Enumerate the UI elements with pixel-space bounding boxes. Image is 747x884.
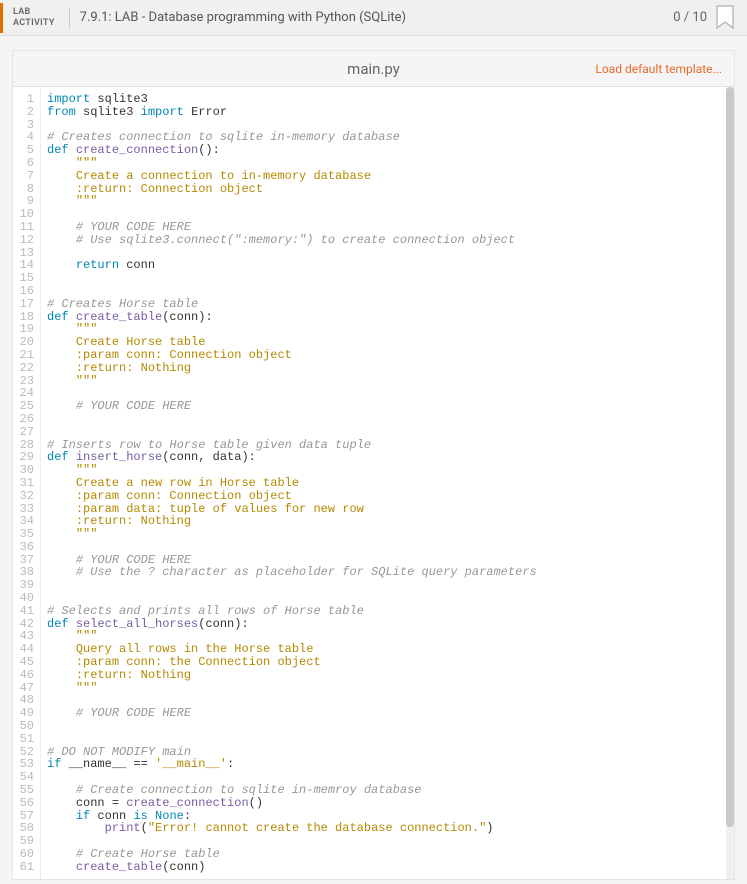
badge-line1: LAB — [13, 7, 55, 18]
line-number: 41 — [17, 605, 34, 618]
line-number: 60 — [17, 848, 34, 861]
line-number: 55 — [17, 784, 34, 797]
code-line[interactable]: :return: Nothing — [47, 362, 726, 375]
line-number: 25 — [17, 400, 34, 413]
code-line[interactable]: # YOUR CODE HERE — [47, 707, 726, 720]
editor-card: main.py Load default template... 1234567… — [12, 50, 735, 880]
code-line[interactable]: # Use the ? character as placeholder for… — [47, 566, 726, 579]
line-number: 2 — [17, 106, 34, 119]
editor-scrollbar[interactable] — [726, 87, 734, 879]
line-number: 31 — [17, 477, 34, 490]
code-line[interactable]: create_table(conn) — [47, 861, 726, 874]
line-number: 50 — [17, 720, 34, 733]
scrollbar-thumb[interactable] — [726, 87, 734, 827]
line-number: 40 — [17, 592, 34, 605]
line-number: 30 — [17, 464, 34, 477]
code-line[interactable]: # Use sqlite3.connect(":memory:") to cre… — [47, 234, 726, 247]
editor-tabbar: main.py Load default template... — [13, 51, 734, 87]
code-line[interactable]: def create_connection(): — [47, 144, 726, 157]
code-content[interactable]: import sqlite3from sqlite3 import Error … — [41, 87, 726, 879]
code-line[interactable] — [47, 579, 726, 592]
line-number: 1 — [17, 93, 34, 106]
score-display: 0 / 10 — [673, 10, 707, 25]
line-number: 21 — [17, 349, 34, 362]
line-number: 17 — [17, 298, 34, 311]
code-line[interactable]: """ — [47, 195, 726, 208]
code-line[interactable] — [47, 413, 726, 426]
code-line[interactable]: """ — [47, 528, 726, 541]
line-number: 12 — [17, 234, 34, 247]
code-line[interactable]: def create_table(conn): — [47, 311, 726, 324]
code-line[interactable]: def select_all_horses(conn): — [47, 618, 726, 631]
code-line[interactable]: def insert_horse(conn, data): — [47, 451, 726, 464]
line-number: 11 — [17, 221, 34, 234]
line-number: 35 — [17, 528, 34, 541]
line-number: 56 — [17, 797, 34, 810]
code-line[interactable] — [47, 720, 726, 733]
line-number: 61 — [17, 861, 34, 874]
code-line[interactable]: :return: Connection object — [47, 183, 726, 196]
code-line[interactable]: print("Error! cannot create the database… — [47, 822, 726, 835]
lab-activity-badge: LAB ACTIVITY — [0, 3, 65, 33]
load-default-template-link[interactable]: Load default template... — [595, 62, 722, 76]
line-number: 7 — [17, 170, 34, 183]
line-number: 27 — [17, 426, 34, 439]
line-number: 22 — [17, 362, 34, 375]
code-line[interactable] — [47, 272, 726, 285]
lab-header: LAB ACTIVITY 7.9.1: LAB - Database progr… — [0, 0, 747, 36]
code-editor[interactable]: 1234567891011121314151617181920212223242… — [13, 87, 734, 879]
badge-line2: ACTIVITY — [13, 18, 55, 29]
code-line[interactable]: """ — [47, 375, 726, 388]
line-number: 32 — [17, 490, 34, 503]
line-number: 16 — [17, 285, 34, 298]
code-line[interactable]: """ — [47, 682, 726, 695]
code-line[interactable]: :return: Nothing — [47, 669, 726, 682]
line-number: 6 — [17, 157, 34, 170]
code-line[interactable]: # YOUR CODE HERE — [47, 400, 726, 413]
line-number: 45 — [17, 656, 34, 669]
line-number-gutter: 1234567891011121314151617181920212223242… — [13, 87, 41, 879]
code-line[interactable]: if __name__ == '__main__': — [47, 758, 726, 771]
code-line[interactable]: from sqlite3 import Error — [47, 106, 726, 119]
code-line[interactable]: return conn — [47, 259, 726, 272]
header-divider — [69, 7, 70, 29]
code-line[interactable]: :return: Nothing — [47, 515, 726, 528]
bookmark-icon[interactable] — [715, 5, 735, 31]
lab-title: 7.9.1: LAB - Database programming with P… — [80, 10, 674, 25]
line-number: 51 — [17, 733, 34, 746]
line-number: 26 — [17, 413, 34, 426]
line-number: 46 — [17, 669, 34, 682]
line-number: 36 — [17, 541, 34, 554]
